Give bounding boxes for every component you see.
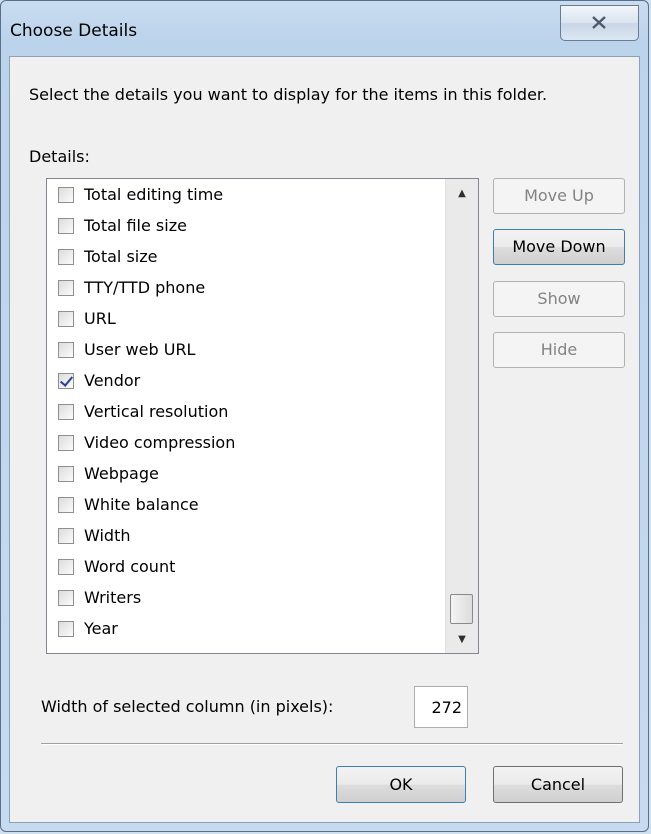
- arrow-down-icon: ▼: [458, 633, 466, 645]
- checkbox[interactable]: [58, 248, 74, 265]
- cancel-button[interactable]: Cancel: [493, 766, 623, 803]
- checkbox[interactable]: [58, 589, 74, 606]
- checkbox[interactable]: [58, 310, 74, 327]
- move-up-button[interactable]: Move Up: [493, 178, 625, 214]
- details-list-item[interactable]: Word count: [47, 551, 445, 582]
- details-item-label: TTY/TTD phone: [84, 278, 206, 297]
- checkbox[interactable]: [58, 403, 74, 420]
- details-item-label: User web URL: [84, 340, 196, 359]
- window-title: Choose Details: [10, 21, 138, 41]
- details-item-label: Video compression: [84, 433, 236, 452]
- separator: [41, 743, 623, 745]
- column-width-label: Width of selected column (in pixels):: [41, 697, 334, 716]
- instruction-text: Select the details you want to display f…: [29, 85, 548, 104]
- details-list-item[interactable]: TTY/TTD phone: [47, 272, 445, 303]
- checkbox[interactable]: [58, 217, 74, 234]
- checkbox[interactable]: [58, 434, 74, 451]
- details-item-label: Webpage: [84, 464, 159, 483]
- details-list-item[interactable]: Total size: [47, 241, 445, 272]
- checkbox[interactable]: [58, 186, 74, 203]
- details-item-label: URL: [84, 309, 116, 328]
- details-item-label: Vendor: [84, 371, 141, 390]
- close-button[interactable]: [560, 5, 639, 41]
- checkbox[interactable]: [58, 527, 74, 544]
- details-list-item[interactable]: Vendor: [47, 365, 445, 396]
- column-width-input[interactable]: [414, 686, 468, 728]
- details-list-item[interactable]: URL: [47, 303, 445, 334]
- details-item-label: Total size: [84, 247, 158, 266]
- move-down-button[interactable]: Move Down: [493, 229, 625, 265]
- checkbox[interactable]: [58, 341, 74, 358]
- details-item-label: Word count: [84, 557, 176, 576]
- details-item-label: White balance: [84, 495, 199, 514]
- checkbox[interactable]: [58, 620, 74, 637]
- scroll-thumb[interactable]: [450, 594, 473, 624]
- details-item-label: Width: [84, 526, 131, 545]
- details-list-item[interactable]: Year: [47, 613, 445, 644]
- details-listbox[interactable]: Total editing time Total file size Total s…: [46, 178, 479, 654]
- details-item-label: Total file size: [84, 216, 187, 235]
- details-item-label: Total editing time: [84, 185, 224, 204]
- scroll-down-button[interactable]: ▼: [446, 625, 478, 653]
- close-icon: [592, 16, 606, 29]
- choose-details-dialog: Choose Details Select the details you wa…: [0, 0, 649, 832]
- checkbox[interactable]: [58, 279, 74, 296]
- checkbox[interactable]: [58, 496, 74, 513]
- title-bar[interactable]: Choose Details: [1, 1, 648, 56]
- ok-button[interactable]: OK: [336, 766, 466, 803]
- show-button[interactable]: Show: [493, 281, 625, 317]
- details-list-item[interactable]: Width: [47, 520, 445, 551]
- details-item-label: Writers: [84, 588, 142, 607]
- checkbox[interactable]: [58, 558, 74, 575]
- checkbox-checked[interactable]: [58, 372, 74, 389]
- arrow-up-icon: ▲: [458, 187, 466, 199]
- details-list-item[interactable]: Total editing time: [47, 179, 445, 210]
- dialog-body: Select the details you want to display f…: [9, 56, 640, 823]
- details-list-item[interactable]: Writers: [47, 582, 445, 613]
- details-label: Details:: [29, 147, 90, 166]
- details-item-label: Year: [84, 619, 118, 638]
- details-list-item[interactable]: User web URL: [47, 334, 445, 365]
- details-list-item[interactable]: Webpage: [47, 458, 445, 489]
- details-list-item[interactable]: Video compression: [47, 427, 445, 458]
- details-list-item[interactable]: White balance: [47, 489, 445, 520]
- scroll-up-button[interactable]: ▲: [446, 179, 478, 207]
- details-item-label: Vertical resolution: [84, 402, 229, 421]
- vertical-scrollbar[interactable]: ▲ ▼: [445, 179, 478, 653]
- checkbox[interactable]: [58, 465, 74, 482]
- hide-button[interactable]: Hide: [493, 332, 625, 368]
- details-list-item[interactable]: Total file size: [47, 210, 445, 241]
- details-list-item[interactable]: Vertical resolution: [47, 396, 445, 427]
- details-list: Total editing time Total file size Total s…: [47, 179, 445, 644]
